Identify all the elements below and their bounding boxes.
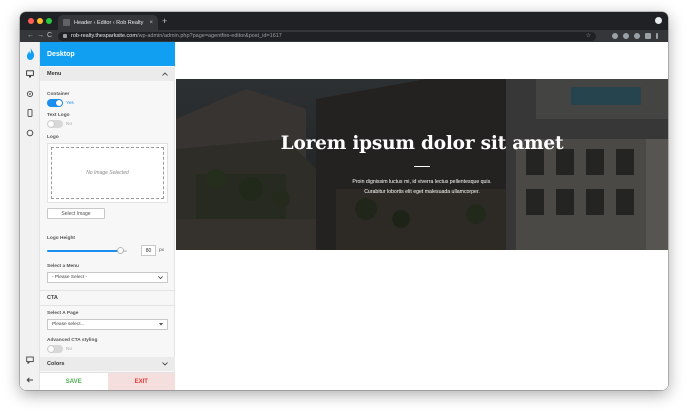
browser-menu-icon[interactable]: [656, 33, 658, 39]
logo-height-unit: px: [159, 248, 165, 253]
slider-handle[interactable]: [117, 247, 125, 254]
lock-icon: [63, 34, 67, 38]
hero-background-image: [176, 79, 668, 250]
browser-tab[interactable]: Header ‹ Editor ‹ Rob Realty ×: [58, 15, 158, 30]
colors-section-title: Colors: [47, 361, 65, 367]
advanced-cta-toggle-value: No: [66, 346, 73, 352]
logo-label: Logo: [47, 135, 59, 140]
maximize-window-button[interactable]: [46, 18, 52, 24]
close-window-button[interactable]: [28, 18, 34, 24]
desktop-icon[interactable]: [25, 69, 35, 79]
exit-button[interactable]: EXIT: [107, 372, 175, 390]
editor-app: Desktop Menu Container Yes Text Logo No …: [20, 42, 668, 390]
container-label: Container: [47, 92, 70, 97]
icon-rail: [20, 42, 40, 390]
text-logo-label: Text Logo: [47, 113, 70, 118]
chevron-down-icon: [162, 362, 168, 366]
extension-icon[interactable]: [612, 33, 618, 39]
comment-icon[interactable]: [25, 355, 35, 365]
back-button[interactable]: ←: [27, 31, 34, 41]
logo-height-input[interactable]: 80: [141, 245, 156, 256]
container-toggle[interactable]: [47, 99, 63, 107]
minimize-window-button[interactable]: [37, 18, 43, 24]
cta-section-title: CTA: [47, 295, 58, 301]
url-host: rob-realty.thesparksite.com: [71, 33, 137, 39]
hero-divider: [414, 166, 430, 167]
toggle-knob: [56, 100, 62, 106]
desktop-background: Header ‹ Editor ‹ Rob Realty × + ← → C r…: [0, 0, 688, 416]
container-toggle-value: Yes: [66, 100, 74, 106]
address-bar[interactable]: rob-realty.thesparksite.com /wp-admin/ad…: [58, 31, 596, 41]
select-menu-label: Select a Menu: [47, 264, 79, 269]
gear-icon[interactable]: [25, 89, 35, 99]
extension-icon[interactable]: [623, 33, 629, 39]
select-menu-dropdown[interactable]: - Please Select -: [47, 272, 168, 283]
tab-close-icon[interactable]: ×: [149, 20, 153, 26]
caret-down-icon: [159, 323, 163, 326]
toggle-knob: [48, 346, 54, 352]
panel-header: Desktop: [40, 42, 175, 66]
back-arrow-icon[interactable]: [25, 375, 35, 385]
select-page-value: Please select...: [52, 322, 85, 327]
hero-subtitle-line-2: Curabitur lobortis elit eget malesuada u…: [364, 189, 480, 195]
flame-logo-icon: [20, 42, 40, 66]
logo-height-slider[interactable]: [47, 247, 127, 254]
tab-strip: Header ‹ Editor ‹ Rob Realty × +: [20, 12, 668, 30]
browser-toolbar: ← → C rob-realty.thesparksite.com /wp-ad…: [20, 30, 668, 42]
logo-height-label: Logo Height: [47, 236, 75, 241]
hero-title: Lorem ipsum dolor sit amet: [280, 133, 564, 154]
menu-section-header[interactable]: Menu: [40, 67, 175, 81]
select-page-label: Select A Page: [47, 311, 79, 316]
bookmark-star-icon[interactable]: ☆: [586, 32, 591, 41]
browser-window: Header ‹ Editor ‹ Rob Realty × + ← → C r…: [20, 12, 668, 390]
page-preview: Lorem ipsum dolor sit amet Proin digniss…: [176, 42, 668, 390]
section-divider: [40, 290, 175, 291]
hero-subtitle-line-1: Proin dignissim luctus mi, id viverra le…: [352, 179, 492, 185]
tablet-icon[interactable]: [25, 108, 35, 118]
extension-icon[interactable]: [645, 33, 651, 39]
forward-button[interactable]: →: [37, 31, 44, 41]
logo-dropzone[interactable]: No Image Selected: [51, 147, 164, 199]
menu-section-title: Menu: [47, 71, 62, 77]
url-path: /wp-admin/admin.php?page=agentfire-edito…: [136, 33, 282, 39]
settings-panel: Desktop Menu Container Yes Text Logo No …: [40, 42, 175, 390]
text-logo-toggle-value: No: [66, 121, 73, 127]
colors-section-header[interactable]: Colors: [40, 357, 175, 371]
advanced-cta-toggle[interactable]: [47, 345, 63, 353]
circle-icon[interactable]: [25, 128, 35, 138]
toggle-knob: [48, 121, 54, 127]
tab-title: Header ‹ Editor ‹ Rob Realty: [74, 19, 144, 26]
save-button[interactable]: SAVE: [40, 372, 108, 390]
select-menu-value: - Please Select -: [52, 275, 88, 280]
profile-icon[interactable]: [655, 17, 662, 24]
slider-fill: [47, 250, 121, 252]
select-page-dropdown[interactable]: Please select...: [47, 319, 168, 330]
chevron-up-icon: [162, 72, 168, 76]
select-image-button[interactable]: Select Image: [47, 208, 105, 219]
chevron-down-icon: [158, 276, 163, 279]
favicon-icon: [63, 19, 70, 26]
new-tab-button[interactable]: +: [162, 15, 167, 27]
hero-section: Lorem ipsum dolor sit amet Proin digniss…: [176, 79, 668, 250]
panel-footer: SAVE EXIT: [40, 372, 175, 390]
section-divider: [40, 305, 175, 306]
extensions-puzzle-icon[interactable]: [634, 33, 640, 39]
text-logo-toggle[interactable]: [47, 120, 63, 128]
advanced-cta-label: Advanced CTA styling: [47, 338, 98, 343]
reload-button[interactable]: C: [47, 31, 52, 41]
